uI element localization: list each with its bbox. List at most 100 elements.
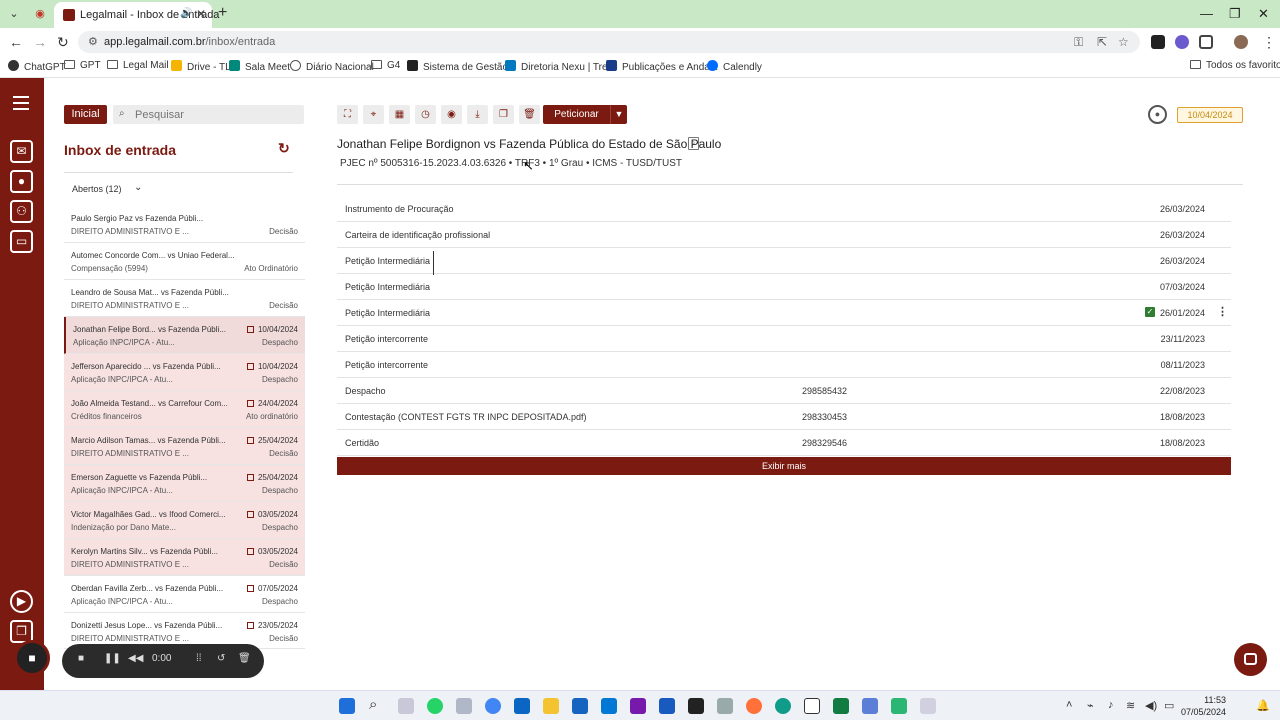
- chat-support-icon[interactable]: [1234, 643, 1267, 676]
- bookmark-g4[interactable]: G4: [371, 60, 400, 71]
- app-icon[interactable]: [398, 698, 414, 714]
- document-row[interactable]: Despacho 298585432 22/08/2023: [337, 378, 1231, 404]
- list-item-selected[interactable]: Jonathan Felipe Bord... vs Fazenda Públi…: [64, 317, 305, 354]
- date-badge[interactable]: 10/04/2024: [1177, 107, 1243, 123]
- peticionar-button[interactable]: Peticionar: [543, 105, 610, 124]
- list-item[interactable]: Kerolyn Martins Silv... vs Fazenda Públi…: [64, 539, 305, 576]
- restart-icon[interactable]: ↺: [217, 653, 225, 664]
- minimize-icon[interactable]: —: [1200, 6, 1213, 21]
- pause-icon[interactable]: ❚❚: [104, 653, 121, 664]
- show-more-button[interactable]: Exibir mais: [337, 457, 1231, 475]
- profile-avatar-icon[interactable]: [1234, 35, 1248, 49]
- browser-menu-icon[interactable]: ⋮: [1262, 34, 1276, 51]
- grid-icon[interactable]: ⁞⁞: [196, 653, 202, 664]
- open-in-app-icon[interactable]: ⇱: [1097, 35, 1107, 49]
- eye-icon[interactable]: ◉: [441, 105, 462, 124]
- notion-icon[interactable]: [804, 698, 820, 714]
- document-row[interactable]: Petição Intermediária 07/03/2024: [337, 274, 1231, 300]
- calendar-app-icon[interactable]: [572, 698, 588, 714]
- tag-icon[interactable]: ⌖: [363, 105, 384, 124]
- document-row[interactable]: Carteira de identificação profissional 2…: [337, 222, 1231, 248]
- app-icon[interactable]: [920, 698, 936, 714]
- document-row[interactable]: Contestação (CONTEST FGTS TR INPC DEPOSI…: [337, 404, 1231, 430]
- list-item[interactable]: Jefferson Aparecido ... vs Fazenda Públi…: [64, 354, 305, 391]
- list-item[interactable]: Oberdan Favilla Zerb... vs Fazenda Públi…: [64, 576, 305, 613]
- list-item[interactable]: João Almeida Testand... vs Carrefour Com…: [64, 391, 305, 428]
- download-icon[interactable]: ⤓: [467, 105, 488, 124]
- extension-icon[interactable]: [1175, 35, 1189, 49]
- all-bookmarks-folder[interactable]: Todos os favoritos: [1190, 60, 1280, 71]
- list-item[interactable]: Victor Magalhães Gad... vs Ifood Comerci…: [64, 502, 305, 539]
- tray-chevron-icon[interactable]: ˄: [1066, 699, 1072, 711]
- app-icon[interactable]: [456, 698, 472, 714]
- checkbox-checked-icon[interactable]: ✓: [1145, 307, 1155, 317]
- inbox-tray-icon[interactable]: ▭: [10, 230, 33, 253]
- battery-icon[interactable]: ▭: [1164, 699, 1174, 712]
- user-icon[interactable]: ●: [10, 170, 33, 193]
- app-icon[interactable]: [514, 698, 530, 714]
- home-button[interactable]: Inicial: [64, 105, 107, 124]
- status-filter-label[interactable]: Abertos (12): [72, 184, 122, 194]
- chevron-down-icon[interactable]: ▼: [610, 105, 627, 124]
- group-icon[interactable]: ⚇: [10, 200, 33, 223]
- mail-icon[interactable]: ✉: [10, 140, 33, 163]
- system-clock[interactable]: 11:53 07/05/2024: [1180, 694, 1226, 718]
- excel-icon[interactable]: [833, 698, 849, 714]
- microphone-icon[interactable]: ♪: [1108, 699, 1114, 711]
- trash-icon[interactable]: 🗑: [519, 105, 540, 124]
- maximize-icon[interactable]: ❐: [1229, 6, 1241, 22]
- play-icon[interactable]: ▶: [10, 590, 33, 613]
- document-row[interactable]: Petição intercorrente 23/11/2023: [337, 326, 1231, 352]
- edge-icon[interactable]: [775, 698, 791, 714]
- calculator-icon[interactable]: [717, 698, 733, 714]
- file-explorer-icon[interactable]: [543, 698, 559, 714]
- list-item[interactable]: Marcio Adilson Tamas... vs Fazenda Públi…: [64, 428, 305, 465]
- outlook-icon[interactable]: [601, 698, 617, 714]
- bookmark-meet[interactable]: Sala Meet: [229, 60, 290, 73]
- site-info-icon[interactable]: ⚙: [88, 35, 98, 48]
- forward-icon[interactable]: →: [33, 34, 47, 50]
- list-item[interactable]: Automec Concorde Com... vs Uniao Federal…: [64, 243, 305, 280]
- bookmark-chatgpt[interactable]: ChatGPT: [8, 60, 66, 73]
- chevron-down-icon[interactable]: ⌄: [134, 182, 142, 193]
- close-window-icon[interactable]: ✕: [1258, 6, 1269, 22]
- document-row[interactable]: Certidão 298329546 18/08/2023: [337, 430, 1231, 456]
- url-field[interactable]: ⚙ app.legalmail.com.br/inbox/entrada ⚿ ⇱…: [78, 31, 1140, 53]
- refresh-icon[interactable]: ↻: [278, 140, 290, 157]
- calendar-icon[interactable]: ▦: [389, 105, 410, 124]
- word-icon[interactable]: [659, 698, 675, 714]
- speaker-icon[interactable]: 🔊: [180, 8, 192, 19]
- app-icon[interactable]: [688, 698, 704, 714]
- document-search-icon[interactable]: ⌕: [688, 137, 699, 150]
- document-row[interactable]: Petição intercorrente 08/11/2023: [337, 352, 1231, 378]
- list-item[interactable]: Leandro de Sousa Mat... vs Fazenda Públi…: [64, 280, 305, 317]
- app-icon[interactable]: [891, 698, 907, 714]
- search-icon[interactable]: ⌕: [369, 696, 377, 713]
- browser-tab-active[interactable]: Legalmail - Inbox de entrada 🔊 ✕: [54, 2, 219, 28]
- copy-icon[interactable]: ❐: [493, 105, 514, 124]
- password-key-icon[interactable]: ⚿: [1074, 35, 1083, 50]
- notifications-icon[interactable]: 🔔: [1256, 699, 1270, 712]
- bookmark-star-icon[interactable]: ☆: [1118, 35, 1129, 49]
- stop-icon[interactable]: ■: [78, 653, 84, 664]
- firefox-icon[interactable]: [746, 698, 762, 714]
- windows-start-icon[interactable]: [339, 698, 355, 714]
- rewind-icon[interactable]: ◀◀: [128, 653, 143, 664]
- bookmark-calendly[interactable]: Calendly: [707, 60, 762, 73]
- bookmark-trello[interactable]: Diretoria Nexu | Trello: [505, 60, 618, 73]
- search-input[interactable]: [135, 106, 295, 123]
- close-tab-icon[interactable]: ✕: [196, 7, 206, 21]
- document-row[interactable]: Petição Intermediária 26/03/2024: [337, 248, 1231, 275]
- new-tab-icon[interactable]: +: [218, 4, 227, 22]
- extensions-puzzle-icon[interactable]: [1199, 35, 1213, 49]
- volume-icon[interactable]: ◀): [1145, 699, 1157, 712]
- trash-icon[interactable]: 🗑: [238, 653, 251, 664]
- clock-icon[interactable]: ◷: [415, 105, 436, 124]
- list-item[interactable]: Emerson Zaguette vs Fazenda Públi... Apl…: [64, 465, 305, 502]
- more-options-icon[interactable]: ⋮: [1217, 305, 1228, 318]
- back-icon[interactable]: ←: [9, 34, 23, 50]
- chrome-icon[interactable]: [485, 698, 501, 714]
- bookmark-drive[interactable]: Drive - TL: [171, 60, 231, 73]
- bookmark-sistema-gestao[interactable]: Sistema de Gestão...: [407, 60, 516, 73]
- bookmark-gpt[interactable]: GPT: [64, 60, 101, 71]
